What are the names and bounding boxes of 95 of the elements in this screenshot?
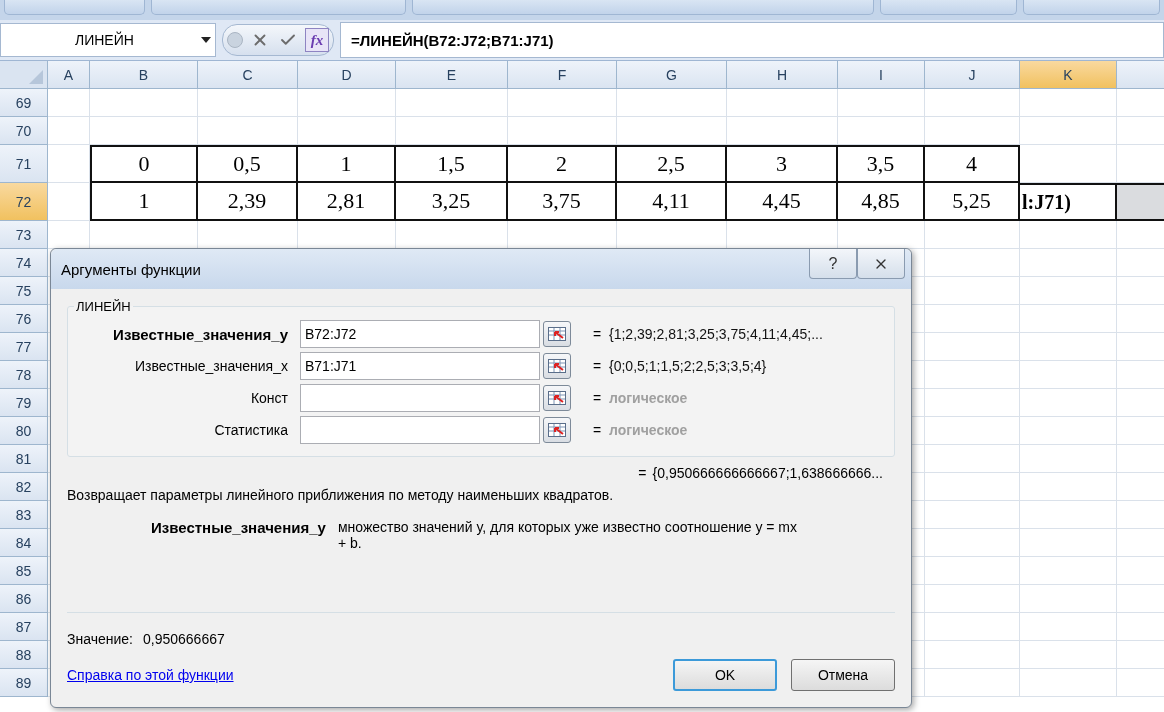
- row-header[interactable]: 74: [0, 249, 48, 277]
- column-header[interactable]: C: [198, 61, 298, 89]
- circle-icon: [227, 32, 243, 48]
- row-header[interactable]: 84: [0, 529, 48, 557]
- function-description: Возвращает параметры линейного приближения по методу наименьших квадратов.: [67, 487, 615, 503]
- formula-field[interactable]: =ЛИНЕЙН(B72:J72;B71:J71): [340, 22, 1164, 58]
- table-cell: 4,85: [838, 183, 925, 221]
- equals-sign: =: [638, 465, 647, 481]
- ok-button[interactable]: OK: [673, 659, 777, 691]
- argument-label: Известные_значения_x: [134, 358, 289, 374]
- column-header[interactable]: D: [298, 61, 396, 89]
- collapse-button[interactable]: [543, 353, 571, 379]
- table-cell: 2: [508, 145, 617, 183]
- column-header[interactable]: K: [1020, 61, 1117, 89]
- row-header[interactable]: 78: [0, 361, 48, 389]
- table-cell: 1,5: [396, 145, 508, 183]
- collapse-button[interactable]: [543, 417, 571, 443]
- table-cell: 0,5: [198, 145, 298, 183]
- argument-result: {1;2,39;2,81;3,25;3,75;4,11;4,45;...: [609, 326, 823, 342]
- row-header[interactable]: 88: [0, 641, 48, 669]
- argument-label: Конст: [249, 390, 289, 406]
- argument-help-text: множество значений y, для которых уже известно соотношение y = mx + b.: [337, 519, 798, 551]
- row-header[interactable]: 86: [0, 585, 48, 613]
- table-cell: 4,11: [617, 183, 727, 221]
- equals-sign: =: [593, 422, 603, 438]
- cancel-button[interactable]: Отмена: [791, 659, 895, 691]
- collapse-dialog-icon: [548, 423, 566, 437]
- row-header[interactable]: 69: [0, 89, 48, 117]
- collapse-dialog-icon: [548, 359, 566, 373]
- table-cell: 1: [90, 183, 198, 221]
- row-header[interactable]: 77: [0, 333, 48, 361]
- row-header[interactable]: 73: [0, 221, 48, 249]
- close-button[interactable]: [857, 249, 905, 279]
- row-header[interactable]: 79: [0, 389, 48, 417]
- help-link[interactable]: Справка по этой функции: [67, 667, 659, 683]
- argument-label: Статистика: [213, 422, 289, 438]
- column-header[interactable]: B: [90, 61, 198, 89]
- collapse-button[interactable]: [543, 321, 571, 347]
- argument-result: {0;0,5;1;1,5;2;2,5;3;3,5;4}: [609, 358, 767, 374]
- equals-sign: =: [593, 358, 603, 374]
- table-cell: 3: [727, 145, 838, 183]
- table-cell: 3,75: [508, 183, 617, 221]
- triangle-icon: [29, 70, 43, 84]
- row-header[interactable]: 89: [0, 669, 48, 697]
- insert-function-button[interactable]: fx: [305, 28, 329, 52]
- argument-help-name: Известные_значения_y: [151, 519, 326, 538]
- column-header[interactable]: I: [838, 61, 925, 89]
- column-header[interactable]: H: [727, 61, 838, 89]
- collapse-dialog-icon: [548, 391, 566, 405]
- row-header[interactable]: 81: [0, 445, 48, 473]
- table-cell: 2,5: [617, 145, 727, 183]
- argument-field[interactable]: B71:J71: [300, 352, 540, 380]
- dialog-title: Аргументы функции: [61, 261, 201, 278]
- selected-cell: [1117, 183, 1164, 221]
- row-header[interactable]: 72: [0, 183, 48, 221]
- row-header[interactable]: 71: [0, 145, 48, 183]
- name-box[interactable]: ЛИНЕЙН: [0, 23, 216, 57]
- formula-result: {0,950666666666667;1,638666666...: [652, 465, 883, 481]
- column-header[interactable]: E: [396, 61, 508, 89]
- collapse-dialog-icon: [548, 327, 566, 341]
- column-header[interactable]: F: [508, 61, 617, 89]
- table-cell: 0: [90, 145, 198, 183]
- argument-label: Известные_значения_y: [112, 325, 289, 343]
- column-header[interactable]: G: [617, 61, 727, 89]
- table-cell: 2,39: [198, 183, 298, 221]
- row-header[interactable]: 70: [0, 117, 48, 145]
- table-cell: 3,5: [838, 145, 925, 183]
- value-label: Значение:: [67, 631, 133, 647]
- row-header[interactable]: 76: [0, 305, 48, 333]
- table-cell: 4: [925, 145, 1020, 183]
- collapse-button[interactable]: [543, 385, 571, 411]
- caret-icon[interactable]: [201, 37, 211, 43]
- table-cell: 4,45: [727, 183, 838, 221]
- column-header[interactable]: A: [48, 61, 90, 89]
- table-cell: 2,81: [298, 183, 396, 221]
- row-header[interactable]: 80: [0, 417, 48, 445]
- row-header[interactable]: 82: [0, 473, 48, 501]
- argument-field[interactable]: [300, 416, 540, 444]
- equals-sign: =: [593, 326, 603, 342]
- function-name: ЛИНЕЙН: [75, 299, 132, 314]
- argument-result: логическое: [609, 390, 688, 406]
- row-header[interactable]: 83: [0, 501, 48, 529]
- table-cell: 1: [298, 145, 396, 183]
- argument-field[interactable]: B72:J72: [300, 320, 540, 348]
- value-text: 0,950666667: [143, 631, 225, 647]
- equals-sign: =: [593, 390, 603, 406]
- argument-field[interactable]: [300, 384, 540, 412]
- row-header[interactable]: 87: [0, 613, 48, 641]
- table-cell: 5,25: [925, 183, 1020, 221]
- table-cell: 3,25: [396, 183, 508, 221]
- column-header[interactable]: J: [925, 61, 1020, 89]
- row-header[interactable]: 75: [0, 277, 48, 305]
- row-header[interactable]: 85: [0, 557, 48, 585]
- help-button[interactable]: ?: [809, 249, 857, 279]
- argument-result: логическое: [609, 422, 688, 438]
